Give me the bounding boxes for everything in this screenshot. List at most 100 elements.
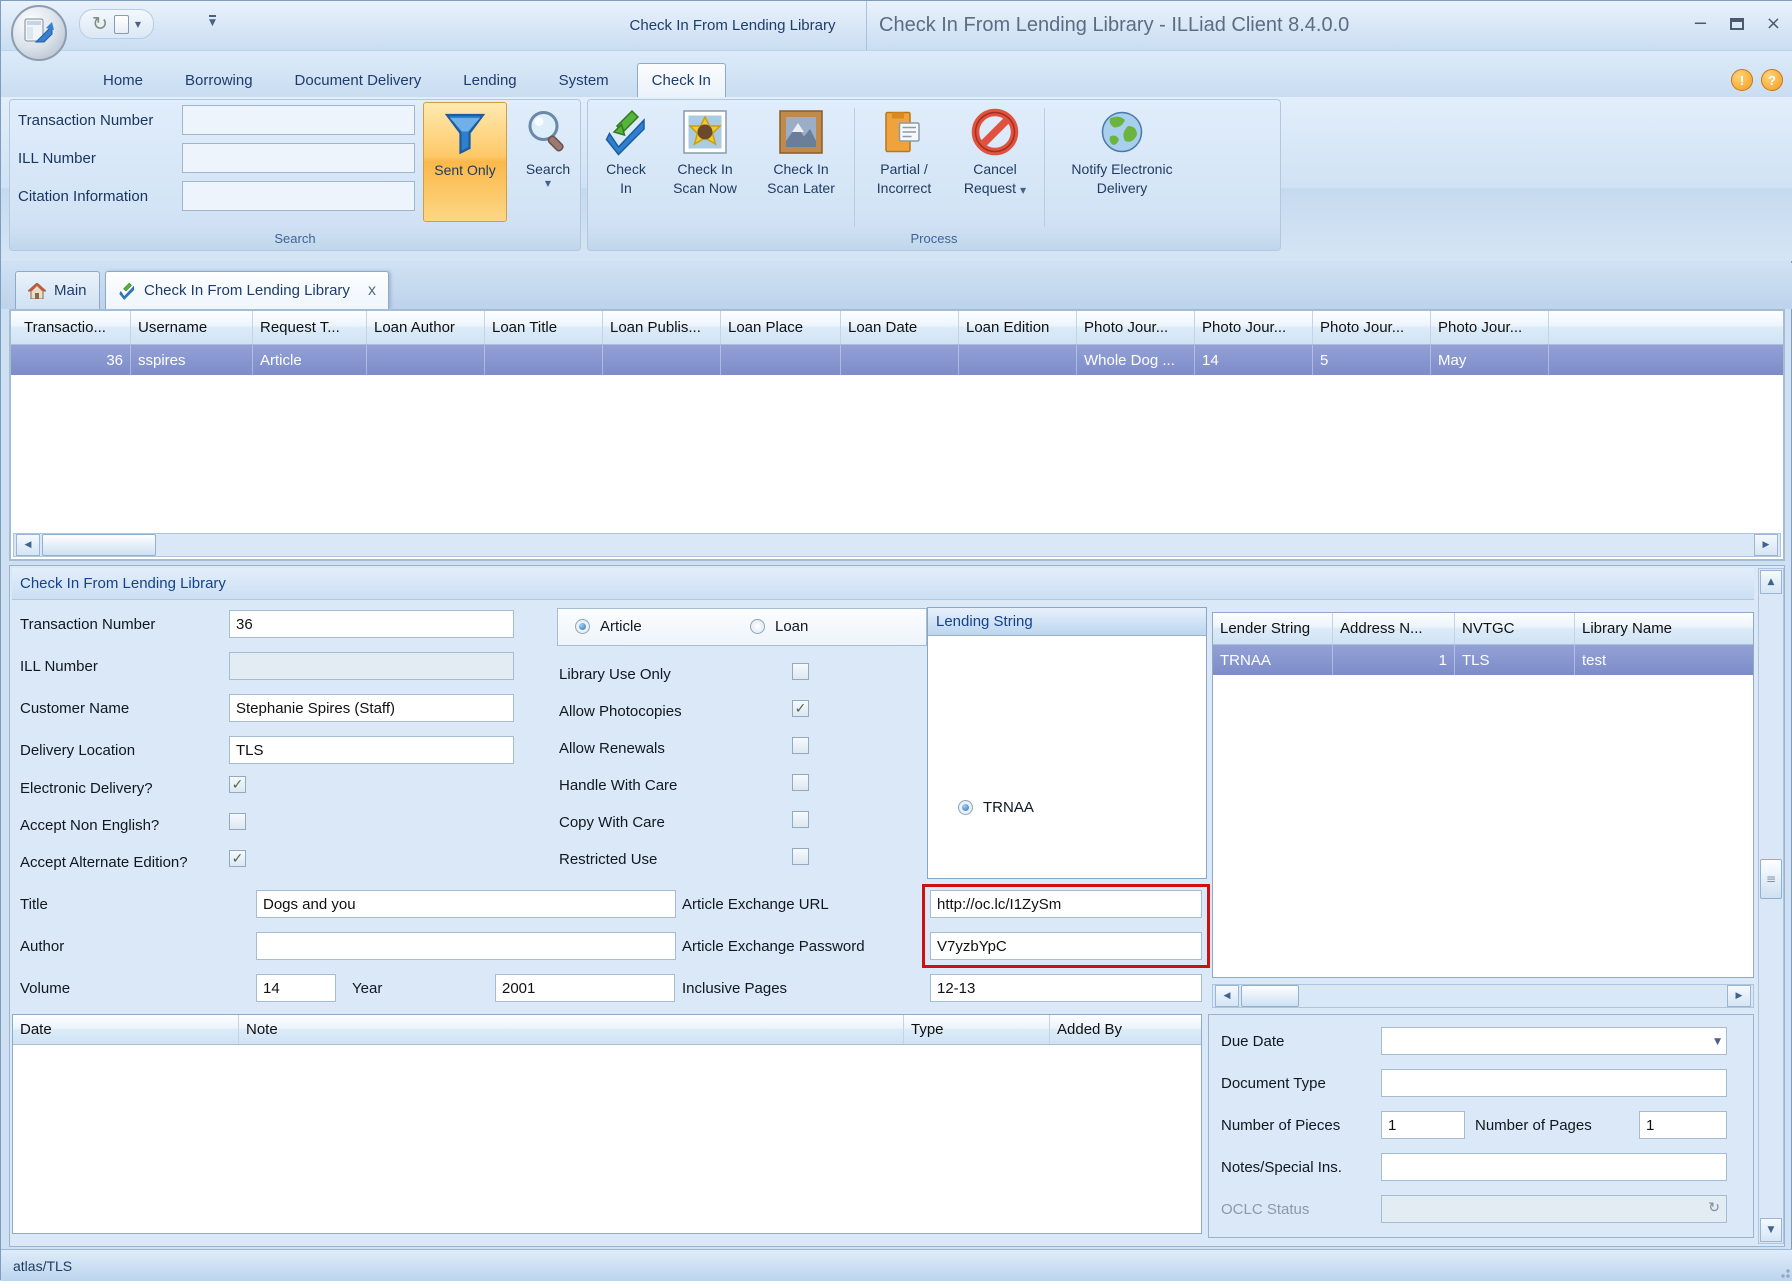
- new-document-dropdown-icon[interactable]: ▼: [135, 20, 141, 29]
- ribbon-tab-document-delivery[interactable]: Document Delivery: [281, 63, 436, 97]
- cancel-request-dropdown-icon[interactable]: ▼: [1020, 186, 1026, 195]
- lending-string-option-radio[interactable]: [958, 800, 973, 815]
- ribbon-tab-borrowing[interactable]: Borrowing: [171, 63, 267, 97]
- selected-transaction-row[interactable]: 36 sspires Article Whole Dog ... 14 5 Ma…: [11, 345, 1783, 375]
- number-of-pages-input[interactable]: [1639, 1111, 1727, 1139]
- accept-alternate-edition-checkbox[interactable]: [229, 850, 246, 867]
- column-header[interactable]: Photo Jour...: [1431, 311, 1549, 344]
- partial-incorrect-button[interactable]: Partial / Incorrect: [860, 102, 948, 222]
- article-radio[interactable]: [575, 619, 590, 634]
- column-header[interactable]: Loan Edition: [959, 311, 1077, 344]
- customer-name-field-label: Customer Name: [20, 694, 129, 722]
- loan-radio[interactable]: [750, 619, 765, 634]
- ill-number-search-input[interactable]: [182, 143, 415, 173]
- column-header[interactable]: Username: [131, 311, 253, 344]
- search-dropdown-icon[interactable]: ▼: [545, 179, 551, 190]
- selected-lender-row[interactable]: TRNAA 1 TLS test: [1213, 645, 1753, 675]
- check-in-scan-now-button[interactable]: Check In Scan Now: [660, 102, 750, 222]
- column-header[interactable]: Photo Jour...: [1313, 311, 1431, 344]
- column-header[interactable]: Loan Author: [367, 311, 485, 344]
- check-in-button[interactable]: Check In: [596, 102, 656, 222]
- tab-main[interactable]: Main: [15, 271, 100, 309]
- column-header[interactable]: Type: [904, 1015, 1050, 1044]
- column-header[interactable]: Photo Jour...: [1077, 311, 1195, 344]
- column-header[interactable]: Loan Title: [485, 311, 603, 344]
- oclc-refresh-icon[interactable]: ↻: [1708, 1200, 1720, 1216]
- article-exchange-url-label: Article Exchange URL: [682, 890, 829, 918]
- scroll-right-icon[interactable]: ▶: [1754, 534, 1778, 556]
- new-document-icon[interactable]: [114, 15, 129, 34]
- transaction-number-search-input[interactable]: [182, 105, 415, 135]
- handle-with-care-checkbox[interactable]: [792, 774, 809, 791]
- title-input[interactable]: [256, 890, 676, 918]
- copy-with-care-label: Copy With Care: [559, 808, 665, 836]
- transaction-number-input[interactable]: [229, 610, 514, 638]
- author-input[interactable]: [256, 932, 676, 960]
- detail-vscrollbar[interactable]: ▲ ≡ ▼: [1758, 568, 1784, 1244]
- column-header[interactable]: Address N...: [1333, 613, 1455, 644]
- application-menu-button[interactable]: [11, 5, 67, 61]
- notes-special-input[interactable]: [1381, 1153, 1727, 1181]
- ribbon-tab-system[interactable]: System: [545, 63, 623, 97]
- column-header[interactable]: Loan Place: [721, 311, 841, 344]
- results-grid-hscrollbar[interactable]: ◀ ▶: [13, 533, 1781, 557]
- ribbon-tab-check-in[interactable]: Check In: [637, 63, 726, 97]
- scroll-left-icon[interactable]: ◀: [1215, 985, 1239, 1007]
- maximize-button[interactable]: [1730, 18, 1744, 30]
- tab-close-icon[interactable]: x: [368, 282, 376, 300]
- allow-photocopies-checkbox[interactable]: [792, 700, 809, 717]
- year-input[interactable]: [495, 974, 675, 1002]
- sent-only-toggle[interactable]: Sent Only: [423, 102, 507, 222]
- info-icon[interactable]: !: [1731, 69, 1753, 91]
- due-date-dropdown-icon[interactable]: ▼: [1714, 1037, 1721, 1047]
- column-header[interactable]: Date: [13, 1015, 239, 1044]
- column-header[interactable]: Loan Publis...: [603, 311, 721, 344]
- scroll-thumb[interactable]: ≡: [1760, 859, 1782, 899]
- resize-grip[interactable]: [1776, 1264, 1790, 1278]
- column-header[interactable]: Photo Jour...: [1195, 311, 1313, 344]
- citation-information-search-input[interactable]: [182, 181, 415, 211]
- column-header[interactable]: Library Name: [1575, 613, 1753, 644]
- inclusive-pages-input[interactable]: [930, 974, 1202, 1002]
- library-use-only-checkbox[interactable]: [792, 663, 809, 680]
- scroll-down-icon[interactable]: ▼: [1760, 1218, 1782, 1242]
- column-header[interactable]: Transactio...: [17, 311, 131, 344]
- delivery-location-input[interactable]: [229, 736, 514, 764]
- customer-name-input[interactable]: [229, 694, 514, 722]
- scroll-up-icon[interactable]: ▲: [1760, 570, 1782, 594]
- search-button[interactable]: Search ▼: [511, 102, 585, 222]
- scroll-right-icon[interactable]: ▶: [1727, 985, 1751, 1007]
- ribbon-tab-lending[interactable]: Lending: [449, 63, 530, 97]
- copy-with-care-checkbox[interactable]: [792, 811, 809, 828]
- column-header[interactable]: Added By: [1050, 1015, 1201, 1044]
- column-header[interactable]: Loan Date: [841, 311, 959, 344]
- check-in-scan-later-button[interactable]: Check In Scan Later: [754, 102, 848, 222]
- column-header[interactable]: Request T...: [253, 311, 367, 344]
- scroll-thumb[interactable]: [1241, 985, 1299, 1007]
- scroll-thumb[interactable]: [42, 534, 156, 556]
- cancel-request-button[interactable]: Cancel Request ▼: [952, 102, 1038, 222]
- lender-grid-hscrollbar[interactable]: ◀ ▶: [1212, 984, 1754, 1008]
- volume-input[interactable]: [256, 974, 336, 1002]
- scroll-left-icon[interactable]: ◀: [16, 534, 40, 556]
- notify-electronic-delivery-button[interactable]: Notify Electronic Delivery: [1052, 102, 1192, 222]
- ill-number-input[interactable]: [229, 652, 514, 680]
- minimize-button[interactable]: −: [1693, 15, 1708, 33]
- electronic-delivery-checkbox[interactable]: [229, 776, 246, 793]
- document-type-input[interactable]: [1381, 1069, 1727, 1097]
- refresh-icon[interactable]: ↻: [92, 15, 108, 34]
- due-date-combobox[interactable]: ▼: [1381, 1027, 1727, 1055]
- accept-non-english-checkbox[interactable]: [229, 813, 246, 830]
- number-of-pieces-input[interactable]: [1381, 1111, 1465, 1139]
- ill-number-field-label: ILL Number: [20, 652, 98, 680]
- allow-renewals-checkbox[interactable]: [792, 737, 809, 754]
- close-button[interactable]: ×: [1766, 15, 1781, 33]
- column-header[interactable]: NVTGC: [1455, 613, 1575, 644]
- customize-toolbar-icon[interactable]: ▼: [209, 15, 216, 28]
- ribbon-tab-home[interactable]: Home: [89, 63, 157, 97]
- column-header[interactable]: Note: [239, 1015, 904, 1044]
- tab-check-in-from-lending-library[interactable]: Check In From Lending Library x: [105, 271, 389, 309]
- restricted-use-checkbox[interactable]: [792, 848, 809, 865]
- help-icon[interactable]: ?: [1761, 69, 1783, 91]
- column-header[interactable]: Lender String: [1213, 613, 1333, 644]
